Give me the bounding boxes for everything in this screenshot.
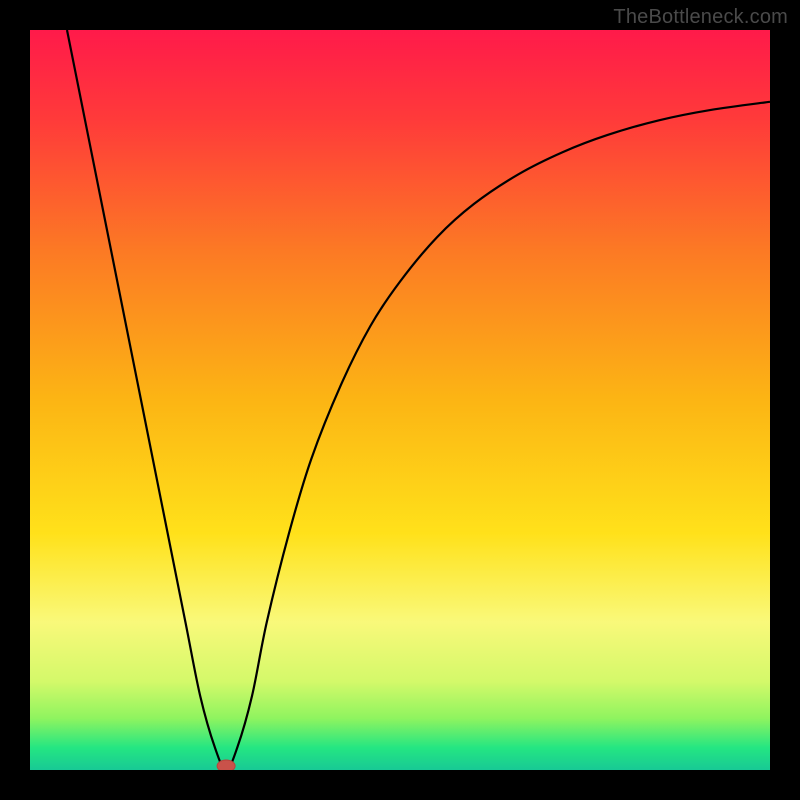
chart-curve-layer	[30, 30, 770, 770]
bottleneck-curve	[67, 30, 770, 770]
optimal-point-marker	[217, 760, 235, 770]
plot-area	[30, 30, 770, 770]
chart-frame: TheBottleneck.com	[0, 0, 800, 800]
watermark-label: TheBottleneck.com	[613, 6, 788, 29]
